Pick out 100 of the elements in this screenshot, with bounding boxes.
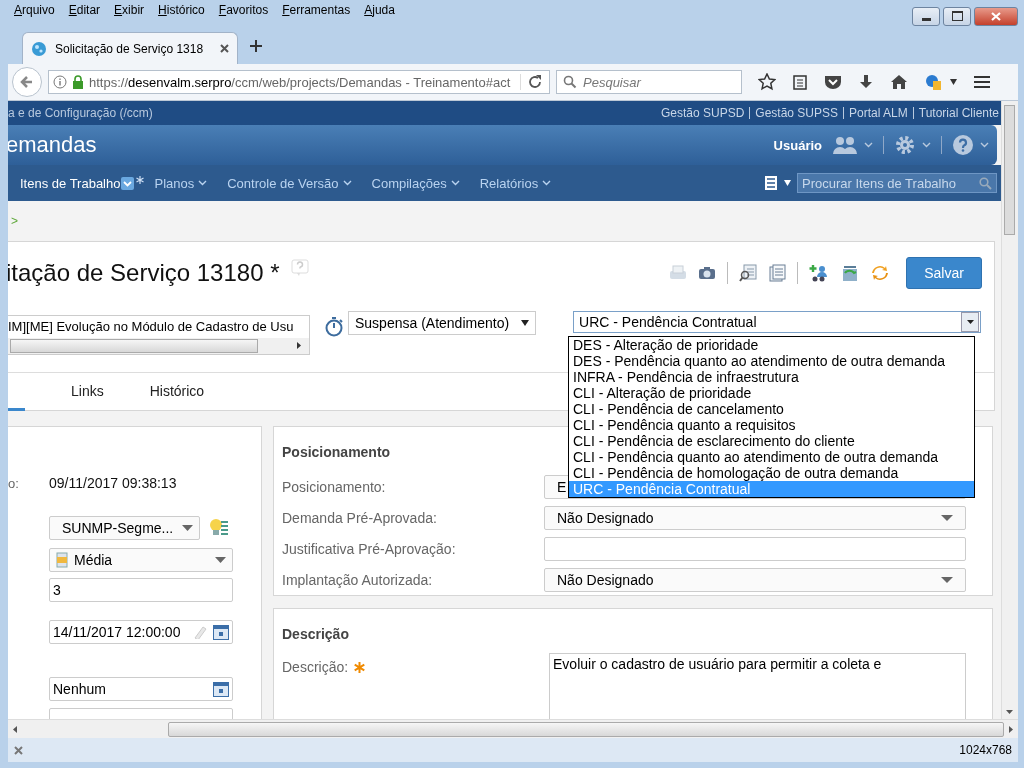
chevron-icon[interactable] (342, 180, 352, 186)
save-button[interactable]: Salvar (906, 257, 982, 290)
priority-select[interactable]: Média (49, 548, 233, 572)
header-link[interactable]: Gestão SUPSS (749, 107, 839, 119)
info-icon (53, 75, 67, 89)
select-field[interactable]: SUNMP-Segme... (49, 516, 200, 540)
picker-field[interactable]: Nenhum (49, 677, 233, 701)
download-icon[interactable] (858, 74, 874, 90)
dropdown-icon[interactable] (121, 176, 135, 190)
header-link[interactable]: Tutorial Cliente (912, 107, 999, 119)
arrow-right-icon[interactable] (1009, 725, 1013, 733)
menu-item[interactable]: Ferramentas (282, 3, 351, 17)
nav-menu[interactable]: Relatórios (479, 175, 539, 191)
gear-icon[interactable] (894, 134, 916, 156)
arrow-right-icon[interactable] (297, 342, 301, 350)
menu-item[interactable]: Exibir (114, 3, 145, 17)
home-icon[interactable] (890, 74, 908, 90)
state-select[interactable]: Suspensa (Atendimento) (348, 310, 537, 335)
menu-item[interactable]: Editar (68, 3, 101, 17)
caret-icon[interactable] (966, 319, 974, 324)
select-field[interactable]: Não Designado (544, 567, 966, 592)
arrow-down-icon[interactable] (1006, 710, 1013, 714)
menu-item[interactable]: Histórico (158, 3, 205, 17)
pocket-icon[interactable] (824, 74, 842, 90)
calendar-icon[interactable] (213, 681, 229, 697)
nav-menu[interactable]: Planos (154, 175, 195, 191)
reload-icon[interactable] (527, 74, 543, 90)
browser-tab[interactable]: Solicitação de Serviço 1318 (22, 32, 238, 64)
scrollbar[interactable] (8, 338, 309, 354)
tab[interactable]: Histórico (149, 383, 205, 400)
close-icon[interactable] (14, 745, 23, 755)
dropdown-option[interactable]: INFRA - Pendência de infraestrutura (569, 369, 974, 385)
select-field[interactable]: Não Designado (544, 505, 966, 530)
close-icon (991, 11, 1001, 21)
close-button[interactable] (974, 6, 1018, 26)
chevron-icon[interactable] (542, 180, 552, 186)
calendar-icon[interactable] (213, 624, 229, 640)
chevron-icon[interactable] (450, 180, 460, 186)
document-search-icon[interactable] (739, 264, 757, 283)
dropdown-option[interactable]: CLI - Pendência de homologação de outra demanda (569, 465, 974, 481)
menu-item[interactable]: Favoritos (218, 3, 269, 17)
dropdown-option[interactable]: DES - Alteração de prioridade (569, 337, 974, 353)
breadcrumb-separator: > (11, 214, 18, 228)
nav-menu[interactable]: Compilações (371, 175, 447, 191)
new-tab-icon[interactable] (250, 40, 262, 52)
dropdown-option[interactable]: CLI - Alteração de prioridade (569, 385, 974, 401)
scrollbar-thumb[interactable] (1004, 105, 1015, 235)
summary-field[interactable]: IM][ME] Evolução no Módulo de Cadastro de Usu (8, 314, 310, 355)
dropdown-option[interactable]: CLI - Pendência de cancelamento (569, 401, 974, 417)
minimize-button[interactable] (912, 6, 940, 26)
star-icon[interactable] (758, 73, 776, 91)
chevron-icon[interactable] (864, 142, 873, 148)
field-value: 09/11/2017 09:38:13 (49, 475, 177, 491)
caret-icon[interactable] (521, 319, 530, 326)
stopwatch-icon (324, 314, 344, 337)
dropdown-option[interactable]: DES - Pendência quanto ao atendimento de outra demanda (569, 353, 974, 369)
date-field[interactable]: 14/11/2017 12:00:00 (49, 620, 233, 644)
scrollbar[interactable] (8, 719, 1018, 738)
nav-menu[interactable]: Controle de Versão (227, 175, 339, 191)
input-field[interactable] (544, 536, 966, 561)
camera-icon[interactable] (698, 265, 716, 282)
address-bar[interactable]: https://desenvalm.serpro/ccm/web/projects/Demandas - Treinamento#act (48, 70, 550, 94)
refresh-document-icon[interactable] (840, 264, 860, 283)
search-icon (563, 75, 577, 89)
field-label: Posicionamento: (282, 478, 387, 495)
search-field[interactable]: Pesquisar (556, 70, 742, 94)
chevron-icon[interactable] (922, 142, 931, 148)
resolution-select[interactable]: URC - Pendência Contratual (573, 310, 982, 333)
menu-item[interactable]: Arquivo (14, 3, 55, 17)
menu-icon[interactable] (973, 74, 991, 90)
caret-icon[interactable] (784, 180, 791, 186)
header-link[interactable]: Gestão SUPSD (660, 107, 745, 119)
tab[interactable]: Links (71, 383, 104, 400)
field-label: Descrição: (282, 653, 366, 675)
caret-icon[interactable] (950, 79, 957, 85)
arrow-left-icon[interactable] (13, 725, 17, 733)
clipboard-icon[interactable] (792, 74, 808, 90)
dropdown-option[interactable]: CLI - Pendência quanto ao atendimento de outra demanda (569, 449, 974, 465)
chevron-icon[interactable] (980, 142, 989, 148)
menu-item[interactable]: Ajuda (364, 3, 395, 17)
scrollbar[interactable] (1001, 101, 1018, 719)
site-path-text: a e de Configuração (/ccm) (8, 106, 153, 120)
close-tab-icon[interactable] (220, 44, 229, 53)
back-button[interactable] (12, 67, 42, 97)
help-icon[interactable] (952, 134, 974, 156)
add-people-icon[interactable] (809, 264, 829, 283)
people-icon[interactable] (832, 135, 858, 155)
maximize-button[interactable] (943, 6, 971, 26)
dropdown-option[interactable]: CLI - Pendência de esclarecimento do cliente (569, 433, 974, 449)
chevron-icon[interactable] (198, 180, 208, 186)
dropdown-option[interactable]: CLI - Pendência quanto a requisitos (569, 417, 974, 433)
extension-icon[interactable] (924, 73, 942, 91)
list-icon[interactable] (764, 175, 778, 191)
document-list-icon[interactable] (768, 264, 786, 283)
lightbulb-icon[interactable] (209, 518, 229, 538)
section-heading: Descrição (282, 625, 349, 643)
input-field[interactable]: 3 (49, 578, 233, 602)
nav-menu[interactable]: Itens de Trabalho (20, 175, 145, 191)
header-link[interactable]: Portal ALM (843, 107, 908, 119)
field-label: Justificativa Pré-Aprovação: (282, 540, 457, 557)
